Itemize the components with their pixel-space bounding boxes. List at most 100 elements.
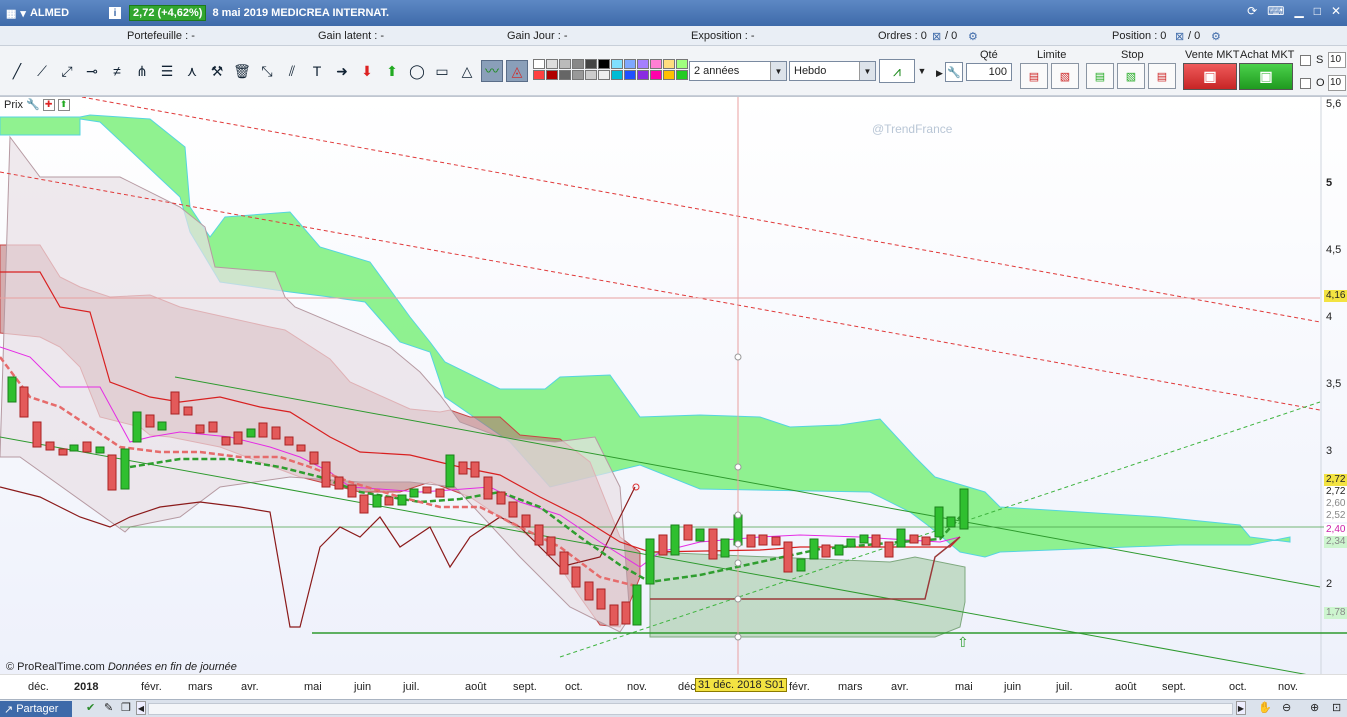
move-indicator-icon[interactable]: ⬆	[57, 98, 70, 111]
candle	[571, 566, 581, 588]
close-position-icon[interactable]: ⊠	[1175, 30, 1184, 43]
gear-icon[interactable]: ⚙	[968, 30, 978, 43]
zone-style-icon[interactable]: ◬	[506, 60, 528, 82]
candle	[559, 551, 569, 575]
color-swatch[interactable]	[559, 70, 571, 80]
channel-tool-icon[interactable]: ≠	[106, 60, 128, 82]
line-tool-icon[interactable]: ╱	[6, 60, 28, 82]
color-swatch[interactable]	[637, 59, 649, 69]
x-tick: févr.	[141, 681, 162, 693]
color-swatch[interactable]	[624, 59, 636, 69]
color-swatch[interactable]	[650, 70, 662, 80]
wrench-icon[interactable]: 🔧	[26, 98, 40, 111]
chart-legend: Prix 🔧 ✚ ⬆	[4, 98, 70, 111]
color-swatch[interactable]	[559, 59, 571, 69]
gear-icon[interactable]: ⚙	[1211, 30, 1221, 43]
check-icon[interactable]: ✔	[86, 701, 95, 714]
limit-sell-edit-button[interactable]: ▧	[1051, 63, 1079, 89]
share-button[interactable]: ↗ Partager	[0, 701, 72, 717]
price-tick: 4	[1326, 311, 1333, 323]
limit-sell-button[interactable]: ▤	[1020, 63, 1048, 89]
fibonacci-icon[interactable]: ☰	[156, 60, 178, 82]
text-tool-icon[interactable]: T	[306, 60, 328, 82]
grid-icon: ▦	[6, 7, 17, 20]
indicator-icon[interactable]: ⩘	[879, 59, 915, 83]
info-icon[interactable]: i	[109, 7, 122, 19]
s-checkbox[interactable]	[1300, 55, 1311, 66]
color-swatch[interactable]	[637, 70, 649, 80]
ray-tool-icon[interactable]: ⤢	[56, 60, 78, 82]
pencil-icon[interactable]: ✎	[104, 701, 113, 714]
chevron-down-icon[interactable]: ▼	[916, 59, 928, 83]
x-tick: déc.	[28, 681, 49, 693]
stop-sell-button[interactable]: ▤	[1148, 63, 1176, 89]
quantity-input[interactable]: 100	[966, 63, 1012, 81]
arrow-right-icon[interactable]: ➜	[331, 60, 353, 82]
color-swatch[interactable]	[572, 70, 584, 80]
color-swatch[interactable]	[598, 70, 610, 80]
o-checkbox[interactable]	[1300, 78, 1311, 89]
color-swatch[interactable]	[676, 70, 688, 80]
arrow-down-red-icon[interactable]: ⬇	[356, 60, 378, 82]
color-swatch[interactable]	[598, 59, 610, 69]
color-swatch[interactable]	[585, 59, 597, 69]
keyboard-icon[interactable]: ⌨	[1267, 4, 1284, 18]
arrow-up-green-icon[interactable]: ⬆	[381, 60, 403, 82]
candle	[496, 491, 506, 505]
zoom-out-icon[interactable]: ⊖	[1282, 701, 1291, 714]
triangle-tool-icon[interactable]: △	[456, 60, 478, 82]
maximize-icon[interactable]: □	[1314, 4, 1321, 18]
symbol-selector[interactable]: ▦ ▾ ALMED	[6, 7, 69, 20]
buy-market-button[interactable]: ▣	[1239, 63, 1293, 90]
refresh-icon[interactable]: ⟳	[1247, 4, 1257, 18]
color-swatch[interactable]	[546, 59, 558, 69]
zoom-in-icon[interactable]: ⊕	[1310, 701, 1319, 714]
trendline-style-icon[interactable]: 〰	[481, 60, 503, 82]
color-swatch[interactable]	[611, 70, 623, 80]
horizontal-line-icon[interactable]: ⊸	[81, 60, 103, 82]
hand-icon[interactable]: ✋	[1258, 701, 1272, 714]
share-label: Partager	[16, 703, 59, 715]
stop-buy-button[interactable]: ▤	[1086, 63, 1114, 89]
color-swatch[interactable]	[533, 70, 545, 80]
color-swatch[interactable]	[611, 59, 623, 69]
fit-icon[interactable]: ⊡	[1332, 701, 1341, 714]
close-icon[interactable]: ✕	[1331, 4, 1341, 18]
timeframe-value: Hebdo	[794, 65, 827, 77]
period-select[interactable]: 2 années ▼	[689, 61, 787, 81]
horizontal-scrollbar[interactable]	[148, 703, 1233, 715]
stop-edit-button[interactable]: ▧	[1117, 63, 1145, 89]
tools-icon[interactable]: ⚒	[206, 60, 228, 82]
trash-icon[interactable]: 🗑	[231, 60, 253, 82]
color-swatch[interactable]	[546, 70, 558, 80]
color-swatch[interactable]	[663, 59, 675, 69]
rectangle-tool-icon[interactable]: ▭	[431, 60, 453, 82]
color-swatch[interactable]	[585, 70, 597, 80]
color-swatch[interactable]	[533, 59, 545, 69]
collapse-arrow-icon[interactable]: ▶	[936, 68, 943, 79]
parallel-lines-icon[interactable]: ⫽	[281, 60, 303, 82]
s-value[interactable]: 10	[1328, 52, 1346, 68]
o-value[interactable]: 10	[1328, 75, 1346, 91]
timeframe-select[interactable]: Hebdo ▼	[789, 61, 876, 81]
layers-icon[interactable]: ❐	[121, 701, 131, 714]
price-chart[interactable]: ⇧	[0, 96, 1347, 678]
color-swatch[interactable]	[572, 59, 584, 69]
fan-tool-icon[interactable]: ⋏	[181, 60, 203, 82]
minimize-icon[interactable]: ▁	[1294, 4, 1303, 18]
ellipse-tool-icon[interactable]: ◯	[406, 60, 428, 82]
color-swatch[interactable]	[663, 70, 675, 80]
color-swatch[interactable]	[624, 70, 636, 80]
close-orders-icon[interactable]: ⊠	[932, 30, 941, 43]
scroll-left-icon[interactable]: ◀	[136, 701, 146, 715]
fork-tool-icon[interactable]: ⋔	[131, 60, 153, 82]
scroll-right-icon[interactable]: ▶	[1236, 701, 1246, 715]
chevron-down-icon: ▼	[859, 62, 875, 80]
remove-indicator-icon[interactable]: ✚	[42, 98, 55, 111]
color-swatch[interactable]	[650, 59, 662, 69]
segment-tool-icon[interactable]: ⟋	[31, 60, 53, 82]
color-swatch[interactable]	[676, 59, 688, 69]
sell-market-button[interactable]: ▣	[1183, 63, 1237, 90]
wrench-icon[interactable]: 🔧	[945, 62, 963, 82]
expand-arrows-icon[interactable]: ⤡	[256, 60, 278, 82]
